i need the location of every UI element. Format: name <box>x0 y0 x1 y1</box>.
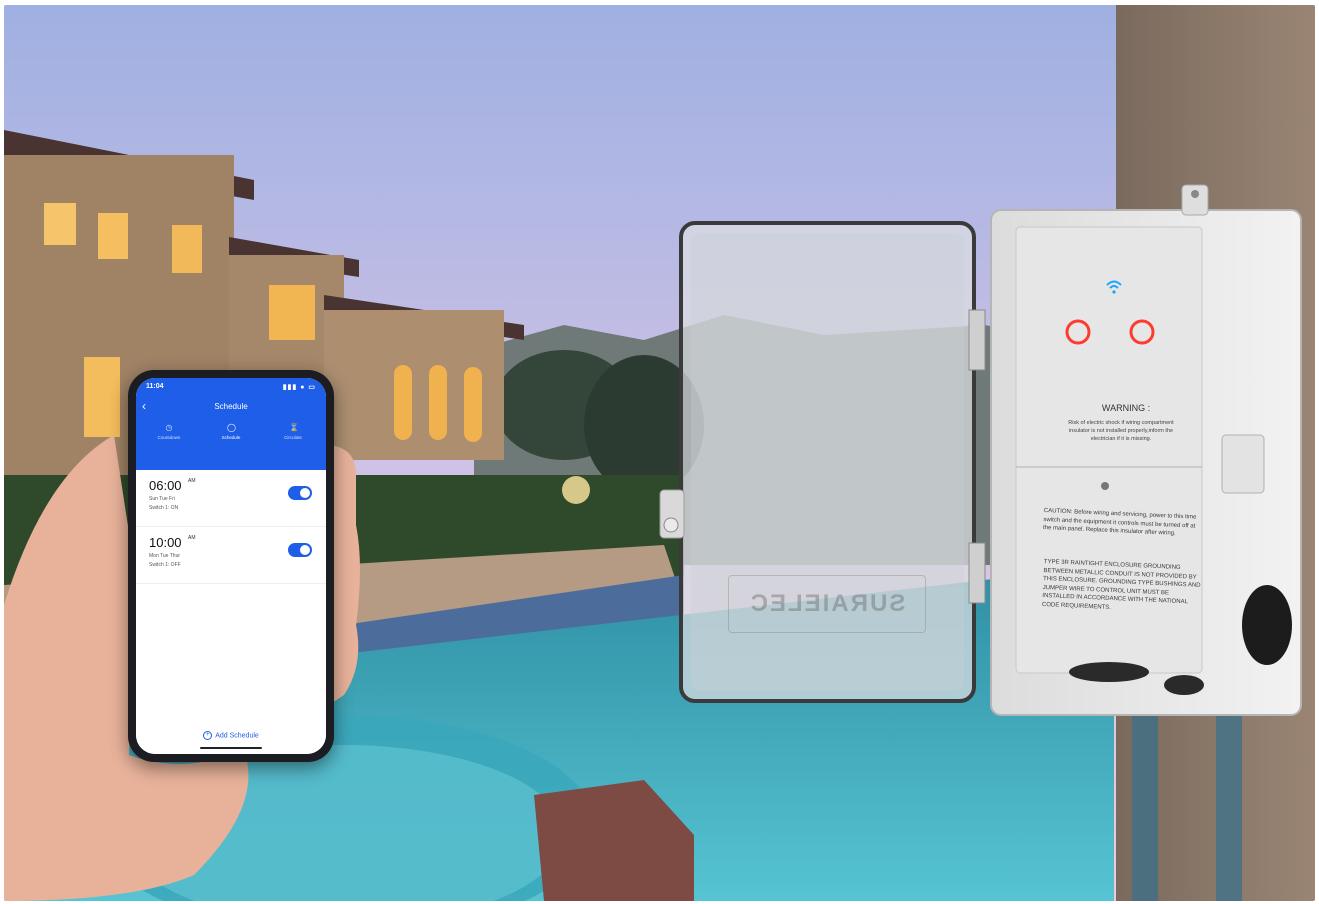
list-item[interactable]: 06:00 AM Sun Tue Fri Switch 1: ON <box>136 470 326 527</box>
toggle-knob <box>300 488 310 498</box>
toggle-knob <box>300 545 310 555</box>
schedule-list: 06:00 AM Sun Tue Fri Switch 1: ON 10:00 … <box>136 470 326 754</box>
brand-logo: SURAIELEC <box>728 575 926 633</box>
tab-countdown[interactable]: ◷ Countdown <box>144 423 194 441</box>
schedule-action: Switch 1: OFF <box>149 562 181 568</box>
enclosure-rating-text: TYPE 3R RAINTIGHT ENCLOSURE GROUNDING BE… <box>1041 558 1201 611</box>
plus-icon: + <box>203 731 213 740</box>
alarm-icon: ◯ <box>227 423 236 432</box>
hourglass-icon: ⌛ <box>289 423 299 432</box>
tab-schedule[interactable]: ◯ Schedule <box>206 423 256 441</box>
brand-name: SURAIELEC <box>748 590 906 617</box>
product-scene: WARNING : Risk of electric shock if wiri… <box>4 5 1315 901</box>
status-time: 11:04 <box>146 383 164 390</box>
warning-label: WARNING : <box>1101 403 1151 413</box>
schedule-toggle[interactable] <box>288 543 312 557</box>
smartphone: 11:04 ▮▮▮ ● ▭ ‹ Schedule ◷ Countdown ◯ S… <box>128 370 334 762</box>
add-schedule-label: Add Schedule <box>215 732 259 740</box>
tab-label: Circulate <box>284 435 302 440</box>
tab-label: Schedule <box>221 435 241 440</box>
schedule-action: Switch 1: ON <box>149 505 179 511</box>
tab-circulate[interactable]: ⌛ Circulate <box>268 423 318 441</box>
home-indicator <box>200 747 262 749</box>
app-header: 11:04 ▮▮▮ ● ▭ ‹ Schedule ◷ Countdown ◯ S… <box>136 378 326 470</box>
schedule-time: 10:00 <box>149 535 182 550</box>
schedule-days: Sun Tue Fri <box>149 496 175 502</box>
status-bar: 11:04 ▮▮▮ ● ▭ <box>146 382 316 394</box>
add-schedule-button[interactable]: + Add Schedule <box>136 731 326 740</box>
page-title: Schedule <box>214 402 248 411</box>
list-item[interactable]: 10:00 AM Mon Tue Thur Switch 1: OFF <box>136 527 326 584</box>
schedule-ampm: AM <box>188 535 196 541</box>
phone-screen: 11:04 ▮▮▮ ● ▭ ‹ Schedule ◷ Countdown ◯ S… <box>136 378 326 754</box>
schedule-ampm: AM <box>188 478 196 484</box>
clock-icon: ◷ <box>165 423 173 432</box>
mode-tabs: ◷ Countdown ◯ Schedule ⌛ Circulate <box>136 424 326 450</box>
status-icons: ▮▮▮ ● ▭ <box>282 384 316 391</box>
schedule-toggle[interactable] <box>288 486 312 500</box>
schedule-time: 06:00 <box>149 478 182 493</box>
schedule-days: Mon Tue Thur <box>149 553 181 559</box>
tab-label: Countdown <box>157 435 181 440</box>
warning-text: Risk of electric shock if wiring compart… <box>1068 420 1174 442</box>
